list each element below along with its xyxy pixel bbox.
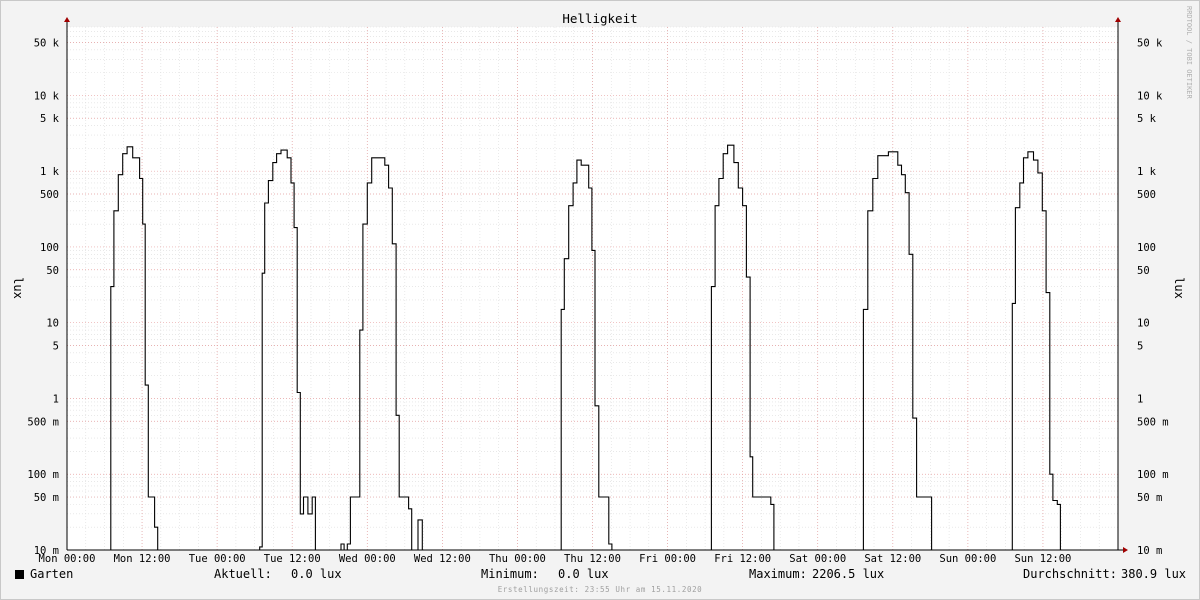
x-tick-labels: Mon 00:00 Mon 12:00 Tue 00:00 Tue 12:00 Wed … [39, 553, 1072, 565]
legend-avg-label: Durchschnitt: [1023, 567, 1117, 581]
chart-title: Helligkeit [562, 11, 637, 26]
legend-current-label: Aktuell: [214, 567, 272, 581]
y-tick-label: 50 m [1137, 492, 1162, 504]
y-tick-label: 1 k [1137, 166, 1157, 178]
legend-min-value: 0.0 lux [558, 567, 609, 581]
y-tick-label: 50 [1137, 265, 1150, 277]
y-tick-label: 50 m [34, 492, 59, 504]
x-tick-label: Tue 12:00 [264, 553, 321, 565]
y-tick-label: 5 k [1137, 113, 1157, 125]
y-axis-arrow-right [1115, 17, 1121, 22]
y-tick-label: 50 k [34, 37, 60, 49]
x-tick-label: Sun 12:00 [1014, 553, 1071, 565]
x-tick-label: Fri 00:00 [639, 553, 696, 565]
x-tick-label: Sat 12:00 [864, 553, 921, 565]
x-tick-label: Sun 00:00 [939, 553, 996, 565]
x-tick-label: Mon 00:00 [39, 553, 96, 565]
x-axis-arrow [1123, 547, 1128, 553]
legend-max-value: 2206.5 lux [812, 567, 885, 581]
legend-avg-value: 380.9 lux [1121, 567, 1187, 581]
x-tick-label: Wed 12:00 [414, 553, 471, 565]
y-tick-label: 10 [1137, 318, 1150, 330]
y-tick-label: 10 [46, 318, 59, 330]
y-tick-label: 5 [53, 341, 59, 353]
y-tick-label: 100 m [27, 469, 59, 481]
y-tick-label: 100 m [1137, 469, 1169, 481]
y-tick-label: 500 [1137, 189, 1156, 201]
y-tick-label: 1 [53, 393, 59, 405]
y-tick-label: 10 k [1137, 90, 1163, 102]
y-tick-label: 500 m [27, 416, 59, 428]
y-tick-labels-right: 50 k 10 k 5 k 1 k 500 100 50 10 5 1 500 m 100 m 50 m… [1137, 37, 1169, 557]
y-axis-arrow-left [64, 17, 70, 22]
x-tick-label: Thu 00:00 [489, 553, 546, 565]
legend-swatch [15, 570, 24, 579]
y-tick-label: 500 m [1137, 416, 1169, 428]
y-tick-label: 50 [46, 265, 59, 277]
x-tick-label: Sat 00:00 [789, 553, 846, 565]
y-tick-label: 50 k [1137, 37, 1163, 49]
y-tick-label: 5 k [40, 113, 60, 125]
legend-current-value: 0.0 lux [291, 567, 342, 581]
x-tick-label: Thu 12:00 [564, 553, 621, 565]
y-tick-label: 500 [40, 189, 59, 201]
legend-min-label: Minimum: [481, 567, 539, 581]
y-tick-label: 1 k [40, 166, 60, 178]
y-tick-label: 1 [1137, 393, 1143, 405]
y-tick-label: 10 m [1137, 545, 1162, 557]
legend-series-name: Garten [30, 567, 74, 581]
x-tick-label: Tue 00:00 [189, 553, 246, 565]
y-tick-label: 100 [40, 242, 59, 254]
y-tick-label: 5 [1137, 341, 1143, 353]
y-tick-labels-left: 50 k 10 k 5 k 1 k 500 100 50 10 5 1 500 m 100 m 50 m… [27, 37, 59, 557]
x-tick-label: Wed 00:00 [339, 553, 396, 565]
x-tick-label: Fri 12:00 [714, 553, 771, 565]
y-tick-label: 10 k [34, 90, 60, 102]
y-axis-label-right: lux [1172, 277, 1186, 299]
x-tick-label: Mon 12:00 [114, 553, 171, 565]
legend-max-label: Maximum: [749, 567, 807, 581]
watermark: RRDTOOL / TOBI OETIKER [1185, 6, 1193, 100]
y-axis-label-left: lux [11, 277, 25, 299]
y-tick-label: 100 [1137, 242, 1156, 254]
footer-timestamp: Erstellungszeit: 23:55 Uhr am 15.11.2020 [497, 585, 703, 594]
brightness-chart: 50 k 10 k 5 k 1 k 500 100 50 10 5 1 500 m 100 m 50 m… [11, 6, 1193, 565]
